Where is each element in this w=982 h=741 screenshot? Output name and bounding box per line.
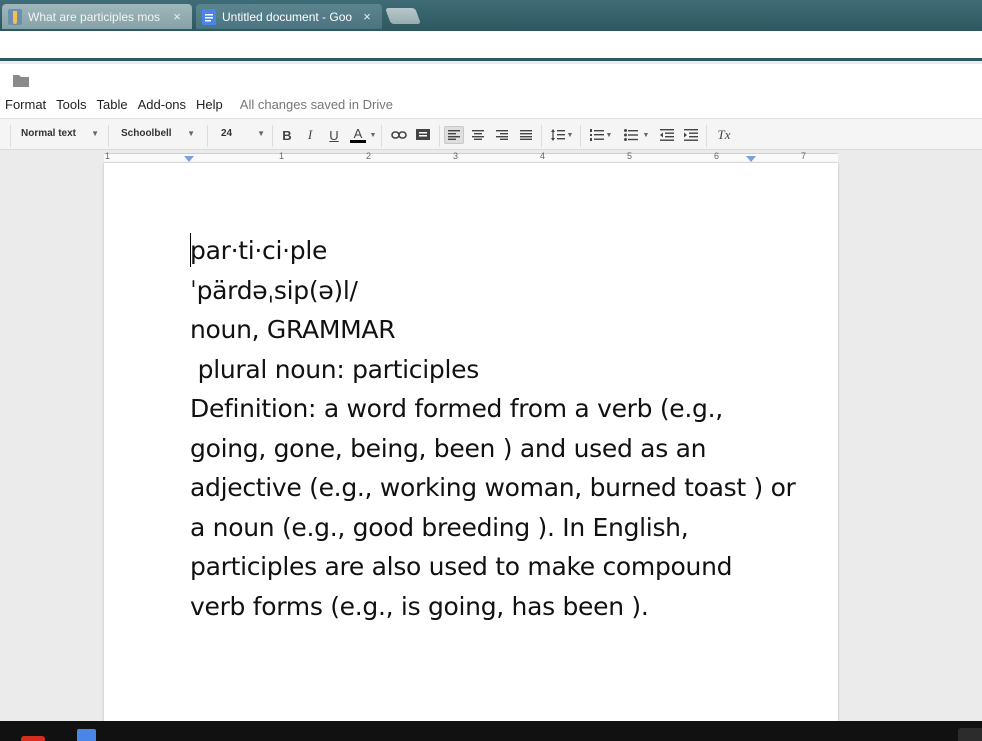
ruler-label: 1 — [105, 151, 111, 161]
doc-line: par·ti·ci·ple — [190, 236, 328, 265]
text-color-button[interactable]: A — [347, 126, 369, 144]
toolbar-divider — [108, 125, 109, 147]
chevron-down-icon[interactable]: ▼ — [605, 126, 613, 144]
increase-indent-icon[interactable] — [681, 126, 701, 144]
toolbar-divider — [207, 125, 208, 147]
tab-title: What are participles mos — [28, 9, 161, 24]
underline-button[interactable]: U — [324, 126, 344, 144]
menu-tools[interactable]: Tools — [51, 97, 91, 112]
clear-formatting-icon[interactable]: Tx — [714, 126, 734, 144]
ruler-label: 1 — [279, 151, 285, 161]
menu-help[interactable]: Help — [191, 97, 228, 112]
ruler-label: 7 — [801, 151, 807, 161]
toolbar-divider — [10, 125, 11, 147]
formatting-toolbar: Normal text ▼ Schoolbell ▼ 24 ▼ B I U A … — [0, 118, 982, 150]
address-bar-area[interactable] — [0, 31, 982, 61]
browser-tab-strip: What are participles mos × Untitled docu… — [0, 0, 982, 31]
folder-icon[interactable] — [13, 74, 29, 87]
bold-button[interactable]: B — [277, 126, 297, 144]
text-color-glyph: A — [353, 126, 363, 141]
font-size-dropdown[interactable]: 24 ▼ — [221, 127, 265, 143]
align-left-icon[interactable] — [444, 126, 464, 144]
align-center-icon[interactable] — [468, 126, 488, 144]
right-indent-marker[interactable] — [746, 156, 756, 162]
ruler: 1 1 2 3 4 5 6 7 — [0, 150, 982, 163]
browser-tab-participles[interactable]: What are participles mos × — [2, 4, 192, 29]
browser-tab-document[interactable]: Untitled document - Goo × — [196, 4, 382, 29]
menu-bar: Format Tools Table Add-ons Help All chan… — [0, 97, 393, 112]
docs-favicon-icon — [202, 8, 216, 25]
text-color-swatch — [350, 140, 366, 143]
line-spacing-icon[interactable] — [548, 126, 568, 144]
doc-line: plural noun: participles — [190, 354, 480, 384]
insert-link-icon[interactable] — [389, 126, 409, 144]
save-status: All changes saved in Drive — [239, 97, 393, 112]
menu-table[interactable]: Table — [92, 97, 133, 112]
ruler-bar — [104, 153, 838, 162]
docs-header: Format Tools Table Add-ons Help All chan… — [0, 64, 982, 118]
menu-format[interactable]: Format — [0, 97, 51, 112]
chevron-down-icon: ▼ — [91, 129, 99, 138]
paragraph-style-dropdown[interactable]: Normal text ▼ — [21, 127, 99, 143]
doc-line: participles are also used to make compou… — [190, 552, 733, 581]
align-justify-icon[interactable] — [516, 126, 536, 144]
tab-title: Untitled document - Goo — [222, 9, 353, 24]
font-size-value: 24 — [221, 128, 233, 139]
answers-favicon-icon — [8, 8, 22, 25]
ruler-label: 2 — [366, 151, 372, 161]
toolbar-divider — [706, 125, 707, 147]
chevron-down-icon: ▼ — [187, 129, 195, 138]
toolbar-divider — [381, 125, 382, 147]
close-tab-icon[interactable]: × — [360, 9, 374, 24]
os-taskbar — [0, 721, 982, 741]
decrease-indent-icon[interactable] — [657, 126, 677, 144]
doc-line: Definition: a word formed from a verb (e… — [190, 394, 723, 423]
doc-line: a noun (e.g., good breeding ). In Englis… — [190, 512, 689, 542]
document-page[interactable]: par·ti·ci·ple ˈpärdəˌsip(ə)l/ noun, GRAM… — [104, 163, 838, 723]
toolbar-divider — [272, 125, 273, 147]
ruler-label: 4 — [540, 151, 546, 161]
toolbar-divider — [541, 125, 542, 147]
ruler-label: 3 — [453, 151, 459, 161]
numbered-list-icon[interactable] — [587, 126, 607, 144]
new-tab-button[interactable] — [385, 8, 421, 24]
chevron-down-icon[interactable]: ▼ — [566, 126, 574, 144]
chevron-down-icon[interactable]: ▼ — [369, 126, 377, 144]
app-launcher-icon[interactable] — [21, 736, 45, 741]
document-body[interactable]: par·ti·ci·ple ˈpärdəˌsip(ə)l/ noun, GRAM… — [190, 231, 796, 626]
bulleted-list-icon[interactable] — [621, 126, 641, 144]
close-tab-icon[interactable]: × — [170, 9, 184, 24]
italic-button[interactable]: I — [300, 126, 320, 144]
align-right-icon[interactable] — [492, 126, 512, 144]
ruler-label: 6 — [714, 151, 720, 161]
docs-app-icon[interactable] — [77, 729, 96, 741]
font-family-dropdown[interactable]: Schoolbell ▼ — [121, 127, 195, 143]
doc-line: adjective (e.g., working woman, burned t… — [190, 473, 796, 502]
insert-comment-icon[interactable] — [413, 126, 433, 144]
chevron-down-icon: ▼ — [257, 129, 265, 138]
doc-line: ˈpärdəˌsip(ə)l/ — [190, 275, 358, 305]
system-tray[interactable] — [958, 728, 982, 741]
ruler-label: 5 — [627, 151, 633, 161]
menu-addons[interactable]: Add-ons — [133, 97, 191, 112]
toolbar-divider — [439, 125, 440, 147]
toolbar-divider — [580, 125, 581, 147]
font-family-value: Schoolbell — [121, 128, 172, 139]
left-indent-marker[interactable] — [184, 156, 194, 162]
doc-line: verb forms (e.g., is going, has been ). — [190, 591, 649, 621]
chevron-down-icon[interactable]: ▼ — [642, 126, 650, 144]
doc-line: noun, GRAMMAR — [190, 315, 396, 344]
doc-line: going, gone, being, been ) and used as a… — [190, 433, 707, 463]
paragraph-style-value: Normal text — [21, 128, 77, 139]
